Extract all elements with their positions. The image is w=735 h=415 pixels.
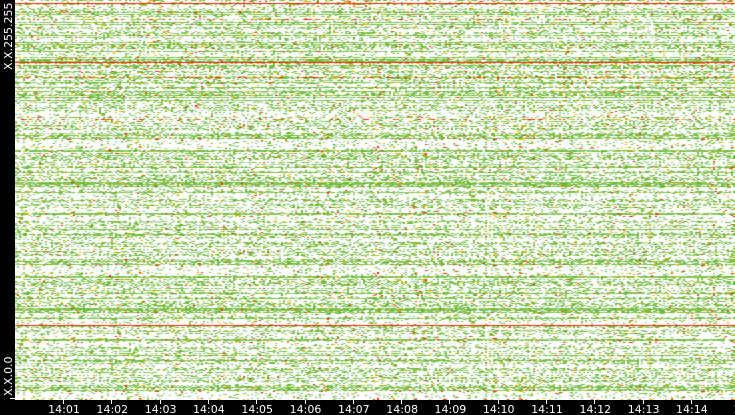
x-tick-label: 14:12 (579, 403, 612, 415)
x-tick-label: 14:09 (434, 403, 467, 415)
x-tick-label: 14:05 (241, 403, 274, 415)
x-tick-label: 14:08 (386, 403, 418, 415)
x-tick-label: 14:13 (627, 403, 660, 415)
y-label-bottom: X.X.0.0 (2, 356, 15, 396)
y-tick (10, 398, 15, 399)
x-tick-label: 14:02 (96, 403, 129, 415)
x-tick-label: 14:06 (289, 403, 322, 415)
heatmap-cells (15, 0, 735, 400)
x-tick-label: 14:14 (676, 403, 708, 415)
plot-area (15, 0, 735, 400)
x-tick-label: 14:11 (531, 403, 563, 415)
x-tick-label: 14:01 (48, 403, 80, 415)
ip-activity-heatmap: X.X.255.255 X.X.0.0 14:01 14:02 14:03 14:04… (0, 0, 735, 415)
x-tick-label: 14:10 (482, 403, 515, 415)
y-label-top: X.X.255.255 (2, 2, 15, 70)
x-tick-label: 14:07 (337, 403, 370, 415)
x-tick-label: 14:04 (193, 403, 225, 415)
x-tick-label: 14:03 (144, 403, 177, 415)
